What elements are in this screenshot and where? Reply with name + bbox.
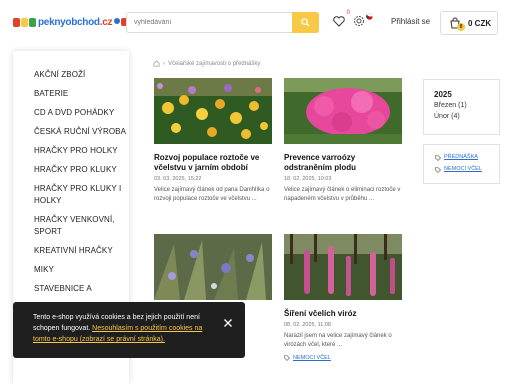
sidebar-item-hracky-kluky-holky[interactable]: HRAČKY PRO KLUKY I HOLKY — [13, 183, 129, 207]
cart-count-badge: 0 — [457, 23, 465, 31]
cookie-banner: Tento e-shop využívá cookies a bez jejic… — [13, 302, 245, 358]
sidebar-item-kreativni[interactable]: KREATIVNÍ HRAČKY — [13, 245, 129, 257]
article-image-foxgloves[interactable] — [284, 234, 402, 300]
wishlist-button[interactable]: 0 — [332, 10, 350, 28]
archive-month-link[interactable]: Březen (1) — [434, 102, 499, 110]
sidebar-item-baterie[interactable]: BATERIE — [13, 88, 129, 100]
article-tag-link[interactable]: NEMOCI VČEL — [284, 355, 402, 361]
heart-icon — [333, 15, 345, 27]
wishlist-count: 0 — [346, 10, 350, 16]
sidebar-item-hracky-kluky[interactable]: HRAČKY PRO KLUKY — [13, 164, 129, 176]
article-description: Velice zajímavý článek od pana Danihlíka… — [154, 187, 270, 202]
sidebar-item-hracky-venkovni[interactable]: HRAČKY VENKOVNÍ, SPORT — [13, 214, 129, 238]
article-date: 03. 03. 2025, 15:22 — [154, 176, 202, 182]
article-date: 18. 02. 2025, 10:03 — [284, 176, 332, 182]
article-card[interactable]: Prevence varroózy odstraněním plodu 18. … — [284, 78, 402, 204]
article-card[interactable]: Rozvoj populace roztoče ve včelstvu v ja… — [154, 78, 272, 204]
tag-label: PŘEDNÁŠKA — [444, 154, 478, 160]
article-tag-label: NEMOCI VČEL — [293, 355, 331, 361]
sidebar-item-hracky-holky[interactable]: HRAČKY PRO HOLKY — [13, 145, 129, 157]
breadcrumb-separator: › — [163, 60, 165, 67]
settings-button[interactable] — [352, 14, 366, 28]
article-title[interactable]: Rozvoj populace roztoče ve včelstvu v ja… — [154, 153, 272, 173]
article-date: 08. 02. 2025, 11:08 — [284, 322, 331, 328]
logo-figures-icon — [13, 17, 36, 27]
sidebar-item-miky[interactable]: MIKY — [13, 264, 129, 276]
article-card[interactable]: Šíření včelích viróz 08. 02. 2025, 11:08… — [284, 234, 402, 361]
article-description: Narazil jsem na velice zajímavý článek o… — [284, 333, 392, 348]
tag-link-prednaska[interactable]: PŘEDNÁŠKA — [435, 154, 499, 161]
home-icon[interactable] — [153, 60, 160, 67]
article-image-azalea[interactable] — [284, 78, 402, 144]
logo-text: peknyobchod.cz — [38, 16, 113, 28]
archive-month-link[interactable]: Únor (4) — [434, 113, 499, 121]
sidebar-item-akcni-zbozi[interactable]: AKČNÍ ZBOŽÍ — [13, 69, 129, 81]
language-flag-icon — [365, 12, 373, 20]
logo[interactable]: peknyobchod.cz — [13, 14, 128, 30]
breadcrumb-current: Včelařské zajímavosti o přednášky — [168, 60, 261, 67]
category-list: AKČNÍ ZBOŽÍ BATERIE CD A DVD POHÁDKY ČES… — [13, 51, 129, 295]
article-description: Velice zajímavý článek o eliminaci rozto… — [284, 187, 401, 202]
tag-icon — [435, 154, 441, 161]
settings-icon — [354, 16, 364, 26]
login-link[interactable]: Přihlásit se — [391, 17, 430, 26]
article-image-flowers[interactable] — [154, 78, 272, 144]
search-input[interactable] — [134, 13, 294, 32]
sidebar-item-ceska-rucni-vyroba[interactable]: ČESKÁ RUČNÍ VÝROBA — [13, 126, 129, 138]
cart-price: 0 CZK — [468, 18, 492, 28]
language-button[interactable] — [365, 12, 373, 20]
search-box — [126, 12, 319, 33]
search-icon — [301, 18, 310, 27]
article-title[interactable]: Prevence varroózy odstraněním plodu — [284, 153, 402, 173]
breadcrumb: › Včelařské zajímavosti o přednášky — [153, 60, 260, 67]
cart-button[interactable]: 0 0 CZK — [440, 11, 498, 35]
archive-box: 2025 Březen (1) Únor (4) — [423, 79, 500, 135]
cookie-text: Tento e-shop využívá cookies a bez jejic… — [33, 312, 215, 345]
sidebar-item-stavebnice[interactable]: STAVEBNICE A — [13, 283, 129, 295]
search-button[interactable] — [292, 12, 319, 33]
tag-link-nemoci-vcel[interactable]: NEMOCI VČEL — [435, 166, 499, 173]
tag-icon — [284, 355, 290, 361]
tag-box: PŘEDNÁŠKA NEMOCI VČEL — [423, 144, 500, 184]
archive-year: 2025 — [434, 90, 452, 99]
article-title[interactable]: Šíření včelích viróz — [284, 309, 402, 319]
article-image-meadow[interactable] — [154, 234, 272, 300]
header: peknyobchod.cz 0 Přih — [0, 0, 512, 46]
tag-icon — [435, 166, 441, 173]
sidebar-item-cd-dvd[interactable]: CD A DVD POHÁDKY — [13, 107, 129, 119]
tag-label: NEMOCI VČEL — [444, 166, 482, 172]
close-icon[interactable] — [223, 318, 233, 328]
